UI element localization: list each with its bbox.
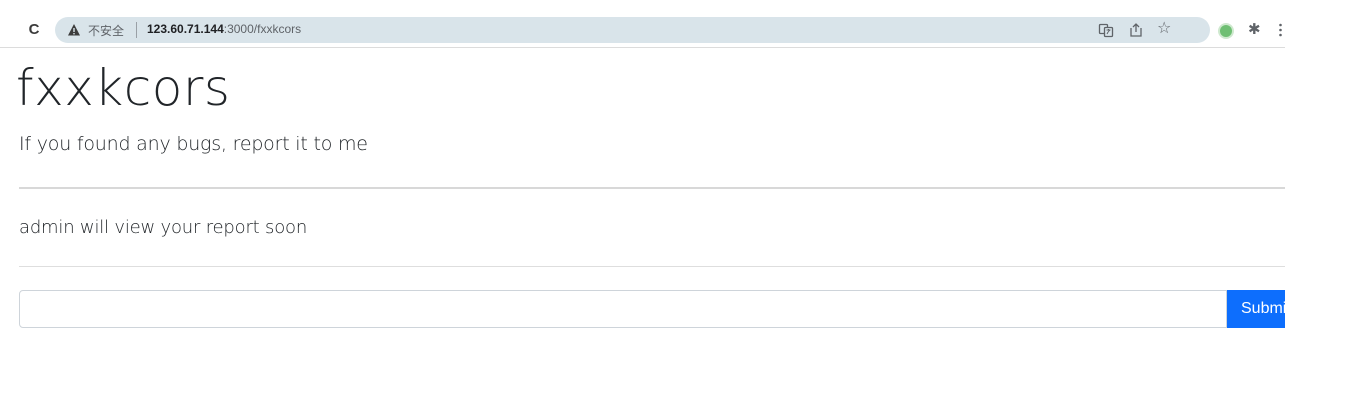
extension-gear-icon[interactable]: ✱ bbox=[1248, 20, 1261, 40]
browser-menu-icon[interactable] bbox=[1279, 23, 1282, 37]
page-content: fxxkcors If you found any bugs, report i… bbox=[16, 48, 1285, 328]
report-form: Submit bbox=[19, 290, 1285, 328]
address-bar[interactable]: 不安全 123.60.71.144:3000/fxxkcors ☆ bbox=[55, 17, 1210, 43]
address-separator bbox=[136, 22, 137, 38]
page-lead: If you found any bugs, report it to me bbox=[19, 133, 368, 155]
divider bbox=[19, 266, 1285, 267]
submit-button[interactable]: Submit bbox=[1227, 290, 1285, 328]
translate-icon[interactable] bbox=[1098, 22, 1114, 38]
url-text[interactable]: 123.60.71.144:3000/fxxkcors bbox=[147, 22, 301, 36]
reload-icon[interactable]: C bbox=[26, 22, 42, 38]
bookmark-star-icon[interactable]: ☆ bbox=[1157, 19, 1171, 39]
divider bbox=[19, 187, 1285, 189]
browser-toolbar: C 不安全 123.60.71.144:3000/fxxkcors ☆ ✱ bbox=[0, 14, 1285, 48]
extension-status-icon[interactable] bbox=[1220, 25, 1232, 37]
browser-viewport: C 不安全 123.60.71.144:3000/fxxkcors ☆ ✱ fx… bbox=[0, 0, 1285, 400]
report-notice: admin will view your report soon bbox=[19, 217, 308, 238]
share-icon[interactable] bbox=[1128, 22, 1144, 38]
report-url-input[interactable] bbox=[19, 290, 1227, 328]
security-label[interactable]: 不安全 bbox=[88, 22, 124, 39]
warning-icon[interactable] bbox=[67, 23, 81, 37]
url-host: 123.60.71.144 bbox=[147, 22, 224, 36]
url-path: :3000/fxxkcors bbox=[223, 22, 302, 36]
page-title: fxxkcors bbox=[16, 59, 231, 117]
